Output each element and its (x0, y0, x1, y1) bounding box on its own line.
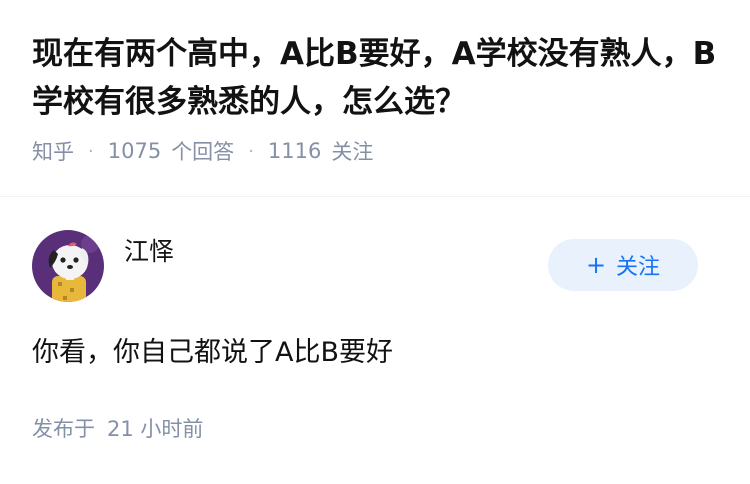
answer-content[interactable]: 你看，你自己都说了A比B要好 (32, 333, 718, 373)
answer-card: 江怿 + 关注 你看，你自己都说了A比B要好 发布于 21 小时前 (0, 229, 750, 443)
answer-count-label[interactable]: 个回答 (171, 136, 234, 166)
author-name[interactable]: 江怿 (124, 232, 174, 268)
author-avatar[interactable] (32, 230, 104, 302)
meta-separator: · (248, 140, 254, 162)
answer-count: 1075 (107, 139, 162, 163)
publish-label: 发布于 (32, 417, 95, 441)
cartoon-dog-avatar-icon (32, 230, 104, 302)
publish-time: 21 小时前 (107, 417, 204, 441)
question-title[interactable]: 现在有两个高中，A比B要好，A学校没有熟人，B学校有很多熟悉的人，怎么选？ (32, 30, 722, 126)
site-name[interactable]: 知乎 (32, 136, 74, 166)
follower-label[interactable]: 关注 (331, 136, 373, 166)
author-row: 江怿 + 关注 (32, 229, 718, 303)
question-header: 现在有两个高中，A比B要好，A学校没有熟人，B学校有很多熟悉的人，怎么选？ 知乎… (0, 0, 750, 166)
question-meta: 知乎 · 1075 个回答 · 1116 关注 (32, 136, 718, 166)
meta-separator: · (88, 140, 94, 162)
plus-icon: + (585, 251, 607, 279)
follower-count: 1116 (267, 139, 322, 163)
answer-timestamp: 发布于 21 小时前 (32, 413, 718, 443)
divider (0, 196, 750, 197)
follow-button-label: 关注 (616, 255, 661, 280)
follow-button[interactable]: + 关注 (548, 239, 698, 291)
